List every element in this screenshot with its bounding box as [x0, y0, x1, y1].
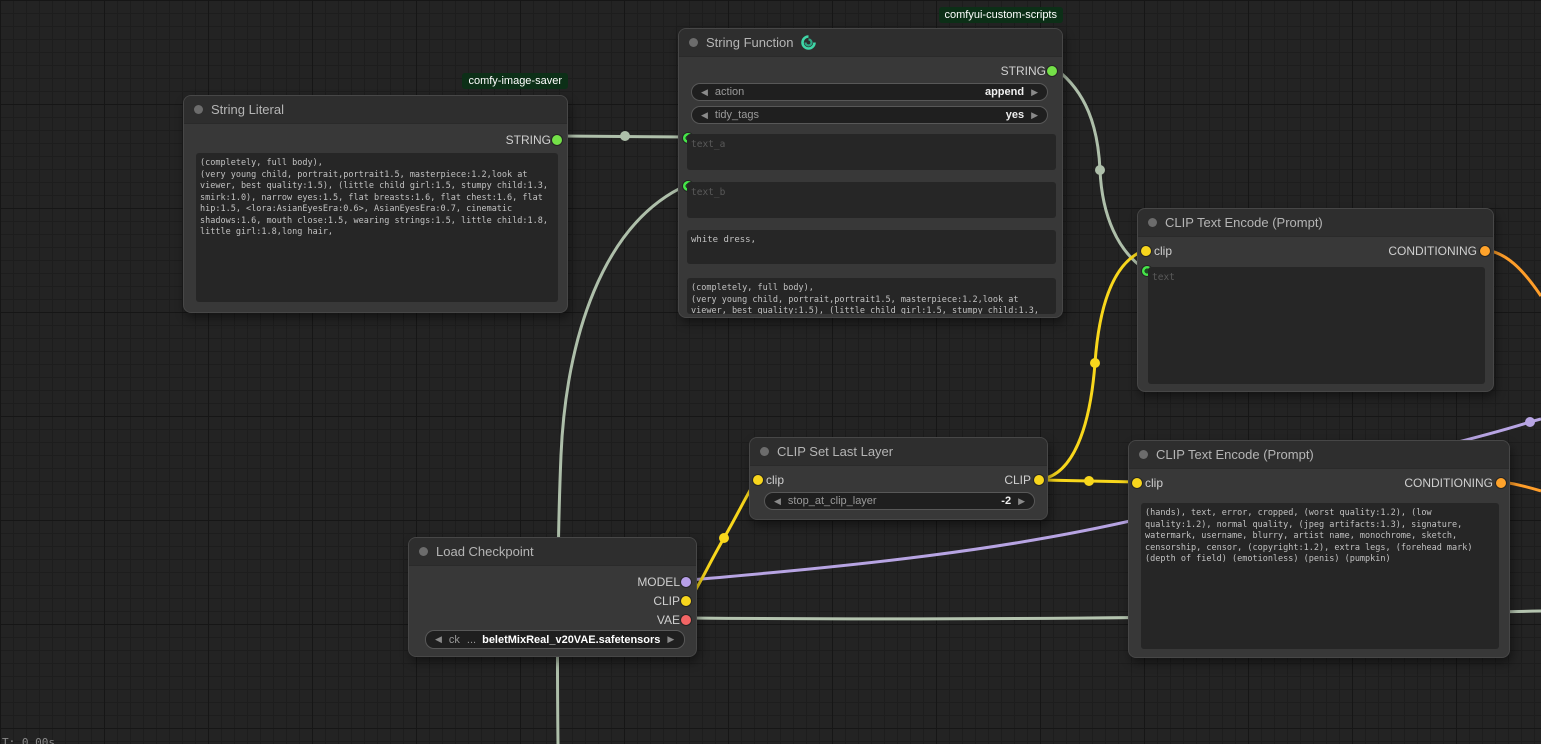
text-d-textarea[interactable]: (completely, full body), (very young chi…	[687, 278, 1056, 314]
output-label-clip: CLIP	[653, 594, 680, 608]
widget-ckpt-name[interactable]: ◀ ck ... beletMixReal_v20VAE.safetensors…	[425, 630, 685, 649]
wire-offscreen-to-text-b	[557, 185, 687, 744]
output-label-string: STRING	[1001, 64, 1046, 78]
output-label-clip: CLIP	[1004, 473, 1031, 487]
output-label-string: STRING	[506, 133, 551, 147]
output-slot-clip[interactable]	[1034, 475, 1044, 485]
node-load-checkpoint: Load Checkpoint MODEL CLIP VAE ◀ ck ... …	[408, 537, 697, 657]
combo-right-arrow-icon[interactable]: ▶	[1018, 497, 1025, 506]
collapse-dot-icon[interactable]	[194, 105, 203, 114]
widget-value: -2	[1001, 495, 1011, 507]
node-title: Load Checkpoint	[436, 544, 534, 559]
reroute-dot[interactable]	[1090, 358, 1100, 368]
widget-tidy-tags[interactable]: ◀ tidy_tags yes ▶	[691, 106, 1048, 124]
widget-label: tidy_tags	[715, 109, 759, 121]
collapse-dot-icon[interactable]	[760, 447, 769, 456]
output-label-vae: VAE	[657, 613, 680, 627]
node-title-bar[interactable]: CLIP Text Encode (Prompt)	[1129, 441, 1509, 469]
combo-left-arrow-icon[interactable]: ◀	[701, 111, 708, 120]
output-label-conditioning: CONDITIONING	[1404, 476, 1493, 490]
output-slot-conditioning[interactable]	[1496, 478, 1506, 488]
text-b-textarea[interactable]: text_b	[687, 182, 1056, 218]
node-title-bar[interactable]: Load Checkpoint	[409, 538, 696, 566]
widget-action[interactable]: ◀ action append ▶	[691, 83, 1048, 101]
widget-value: append	[985, 86, 1024, 98]
input-label-clip: clip	[1145, 476, 1163, 490]
wire-pos-conditioning-out	[1486, 250, 1541, 296]
combo-right-arrow-icon[interactable]: ▶	[667, 635, 674, 644]
combo-left-arrow-icon[interactable]: ◀	[774, 497, 781, 506]
collapse-dot-icon[interactable]	[1139, 450, 1148, 459]
reroute-dot[interactable]	[1525, 417, 1535, 427]
widget-ellipsis: ...	[467, 634, 476, 646]
reroute-dot[interactable]	[620, 131, 630, 141]
string-literal-textarea[interactable]: (completely, full body), (very young chi…	[196, 153, 558, 302]
node-clip-set-last-layer: CLIP Set Last Layer clip CLIP ◀ stop_at_…	[749, 437, 1048, 520]
node-pack-badge-comfy-image-saver: comfy-image-saver	[462, 73, 568, 89]
widget-label: action	[715, 86, 744, 98]
node-string-function: String Function STRING ◀ action append ▶…	[678, 28, 1063, 318]
collapse-dot-icon[interactable]	[1148, 218, 1157, 227]
output-slot-clip[interactable]	[681, 596, 691, 606]
text-c-textarea[interactable]: white dress,	[687, 230, 1056, 264]
output-slot-string[interactable]	[1047, 66, 1057, 76]
reroute-dot[interactable]	[719, 533, 729, 543]
widget-stop-at-clip-layer[interactable]: ◀ stop_at_clip_layer -2 ▶	[764, 492, 1035, 510]
widget-label: ck	[449, 634, 460, 646]
reroute-dot[interactable]	[1095, 165, 1105, 175]
node-title-bar[interactable]: String Literal	[184, 96, 567, 124]
text-a-textarea[interactable]: text_a	[687, 134, 1056, 170]
node-title-bar[interactable]: CLIP Set Last Layer	[750, 438, 1047, 466]
output-label-model: MODEL	[637, 575, 680, 589]
widget-value: yes	[1006, 109, 1024, 121]
widget-label: stop_at_clip_layer	[788, 495, 877, 507]
negative-prompt-textarea[interactable]: (hands), text, error, cropped, (worst qu…	[1141, 503, 1499, 649]
reroute-dot[interactable]	[1084, 476, 1094, 486]
node-title-bar[interactable]: CLIP Text Encode (Prompt)	[1138, 209, 1493, 237]
combo-right-arrow-icon[interactable]: ▶	[1031, 111, 1038, 120]
node-title: CLIP Text Encode (Prompt)	[1156, 447, 1314, 462]
text-textarea[interactable]: text	[1148, 267, 1485, 384]
placeholder: text_a	[691, 139, 725, 150]
input-slot-clip[interactable]	[753, 475, 763, 485]
placeholder: text	[1152, 272, 1175, 283]
output-slot-conditioning[interactable]	[1480, 246, 1490, 256]
node-string-literal: String Literal STRING (completely, full …	[183, 95, 568, 313]
custom-scripts-swirl-icon	[801, 35, 816, 50]
execution-time-status: T: 0.00s	[2, 736, 55, 744]
node-pack-badge-comfyui-custom-scripts: comfyui-custom-scripts	[939, 7, 1063, 23]
node-title-bar[interactable]: String Function	[679, 29, 1062, 57]
combo-left-arrow-icon[interactable]: ◀	[701, 88, 708, 97]
collapse-dot-icon[interactable]	[689, 38, 698, 47]
output-label-conditioning: CONDITIONING	[1388, 244, 1477, 258]
node-clip-text-encode-negative: CLIP Text Encode (Prompt) clip CONDITION…	[1128, 440, 1510, 658]
widget-value: beletMixReal_v20VAE.safetensors	[482, 634, 660, 646]
node-title: String Literal	[211, 102, 284, 117]
node-title: CLIP Text Encode (Prompt)	[1165, 215, 1323, 230]
node-graph-canvas[interactable]: comfy-image-saver comfyui-custom-scripts…	[0, 0, 1541, 744]
input-slot-clip[interactable]	[1132, 478, 1142, 488]
output-slot-model[interactable]	[681, 577, 691, 587]
node-title: String Function	[706, 35, 793, 50]
collapse-dot-icon[interactable]	[419, 547, 428, 556]
node-clip-text-encode-positive: CLIP Text Encode (Prompt) clip CONDITION…	[1137, 208, 1494, 392]
node-title: CLIP Set Last Layer	[777, 444, 893, 459]
input-label-clip: clip	[766, 473, 784, 487]
input-slot-clip[interactable]	[1141, 246, 1151, 256]
placeholder: text_b	[691, 187, 725, 198]
output-slot-string[interactable]	[552, 135, 562, 145]
input-label-clip: clip	[1154, 244, 1172, 258]
output-slot-vae[interactable]	[681, 615, 691, 625]
combo-left-arrow-icon[interactable]: ◀	[435, 635, 442, 644]
combo-right-arrow-icon[interactable]: ▶	[1031, 88, 1038, 97]
